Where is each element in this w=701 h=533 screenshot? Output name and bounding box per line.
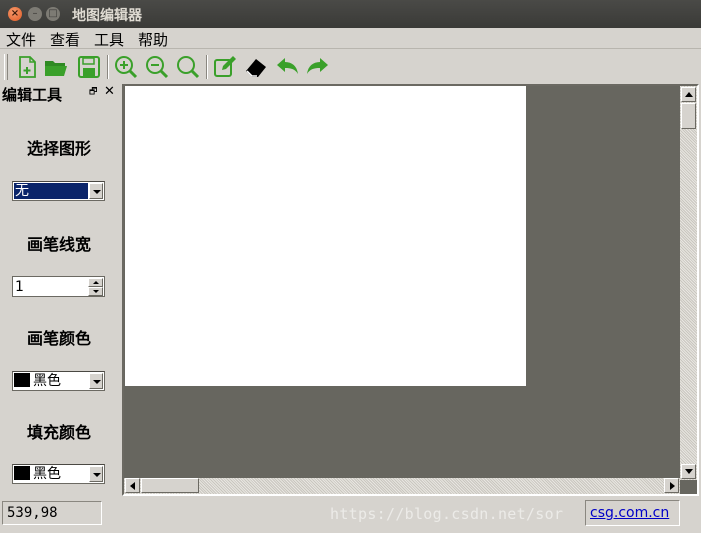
shape-select[interactable]: 无 bbox=[12, 181, 105, 201]
pen-color-select[interactable]: 黑色 bbox=[12, 371, 105, 391]
window-title: 地图编辑器 bbox=[72, 8, 142, 24]
title-bar: × – □ 地图编辑器 bbox=[0, 0, 701, 28]
zoom-reset-button[interactable] bbox=[175, 54, 201, 80]
map-canvas[interactable] bbox=[125, 86, 526, 386]
link-container: csg.com.cn bbox=[585, 500, 680, 526]
zoom-out-icon bbox=[146, 56, 169, 79]
zoom-out-button[interactable] bbox=[144, 54, 170, 80]
color-swatch bbox=[14, 373, 30, 387]
dock-title: 编辑工具 bbox=[2, 86, 63, 104]
fill-color-label: 填充颜色 bbox=[26, 423, 91, 442]
pen-width-spinbox[interactable]: 1 bbox=[12, 276, 105, 297]
save-button[interactable] bbox=[76, 54, 102, 80]
scroll-down-button[interactable] bbox=[681, 464, 696, 479]
shape-label: 选择图形 bbox=[26, 139, 91, 158]
close-window-button[interactable]: × bbox=[8, 7, 22, 21]
eraser-button[interactable] bbox=[243, 54, 269, 80]
dock-close-icon[interactable]: ✕ bbox=[104, 85, 115, 98]
pen-color-value-wrap: 黑色 bbox=[14, 373, 61, 389]
menu-bar: 文件 查看 工具 帮助 bbox=[0, 28, 701, 49]
toolbar-separator bbox=[206, 55, 208, 79]
new-file-icon bbox=[19, 56, 36, 78]
new-file-button[interactable] bbox=[14, 54, 40, 80]
map-canvas-view[interactable] bbox=[122, 84, 699, 496]
chevron-down-icon[interactable] bbox=[89, 373, 103, 389]
toolbar bbox=[0, 50, 701, 84]
spin-up-icon[interactable] bbox=[88, 278, 103, 287]
scroll-right-button[interactable] bbox=[664, 478, 679, 493]
color-swatch bbox=[14, 466, 30, 480]
undo-button[interactable] bbox=[274, 54, 300, 80]
chevron-down-icon[interactable] bbox=[89, 183, 103, 199]
cursor-coordinates: 539,98 bbox=[2, 501, 102, 525]
pen-width-value: 1 bbox=[15, 279, 24, 295]
fill-color-select[interactable]: 黑色 bbox=[12, 464, 105, 484]
scroll-left-button[interactable] bbox=[125, 478, 140, 493]
menu-view[interactable]: 查看 bbox=[50, 29, 80, 50]
vertical-scroll-thumb[interactable] bbox=[681, 103, 696, 129]
horizontal-scroll-thumb[interactable] bbox=[141, 478, 199, 493]
spin-down-icon[interactable] bbox=[88, 287, 103, 296]
menu-tools[interactable]: 工具 bbox=[94, 29, 124, 50]
zoom-reset-icon bbox=[177, 56, 200, 79]
zoom-in-button[interactable] bbox=[113, 54, 139, 80]
pen-color-value: 黑色 bbox=[33, 373, 61, 389]
zoom-in-icon bbox=[115, 56, 138, 79]
edit-icon bbox=[214, 56, 236, 77]
toolbar-grip[interactable] bbox=[4, 54, 8, 80]
company-link[interactable]: csg.com.cn bbox=[590, 505, 669, 521]
dock-float-icon[interactable]: 🗗 bbox=[89, 87, 99, 97]
eraser-icon bbox=[246, 59, 266, 77]
shape-select-value: 无 bbox=[14, 183, 88, 199]
chevron-down-icon[interactable] bbox=[89, 466, 103, 482]
fill-color-value-wrap: 黑色 bbox=[14, 466, 61, 482]
horizontal-scrollbar[interactable] bbox=[124, 478, 680, 494]
pen-width-label: 画笔线宽 bbox=[26, 235, 91, 254]
redo-icon bbox=[307, 58, 328, 74]
save-icon bbox=[78, 56, 100, 78]
dock-title-bar: 编辑工具 🗗 ✕ bbox=[0, 84, 118, 104]
undo-icon bbox=[277, 58, 298, 74]
pen-color-label: 画笔颜色 bbox=[26, 329, 91, 348]
minimize-window-button[interactable]: – bbox=[28, 7, 42, 21]
menu-help[interactable]: 帮助 bbox=[138, 29, 168, 50]
vertical-scrollbar[interactable] bbox=[680, 86, 697, 480]
toolbar-separator bbox=[107, 55, 109, 79]
scroll-up-button[interactable] bbox=[681, 87, 696, 102]
menu-file[interactable]: 文件 bbox=[6, 29, 36, 50]
redo-button[interactable] bbox=[305, 54, 331, 80]
fill-color-value: 黑色 bbox=[33, 466, 61, 482]
maximize-window-button[interactable]: □ bbox=[46, 7, 60, 21]
edit-button[interactable] bbox=[212, 54, 238, 80]
status-bar: 539,98 https://blog.csdn.net/sor csg.com… bbox=[0, 498, 701, 533]
open-folder-icon bbox=[45, 61, 67, 76]
watermark-text: https://blog.csdn.net/sor bbox=[330, 505, 564, 523]
open-file-button[interactable] bbox=[43, 54, 69, 80]
